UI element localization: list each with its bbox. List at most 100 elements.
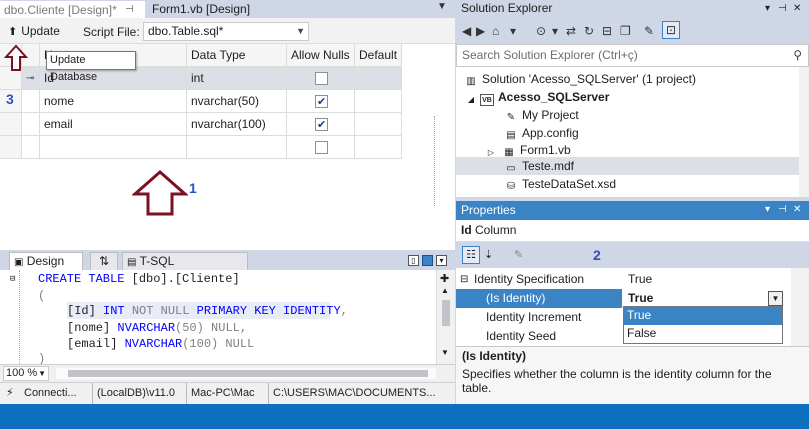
cell-name[interactable]: nome bbox=[40, 90, 187, 113]
split-handle-icon[interactable]: ✚ bbox=[440, 272, 449, 285]
property-value[interactable]: True bbox=[624, 270, 790, 289]
properties-title-bar: Properties ▾ ⊣ ✕ bbox=[456, 201, 809, 220]
collapsed-triangle-icon[interactable]: ▷ bbox=[484, 147, 498, 159]
property-row-identity-specification[interactable]: ⊟ Identity Specification True bbox=[456, 270, 791, 289]
sql-editor[interactable]: ⊟ CREATE TABLE [dbo].[Cliente] ( [Id] IN… bbox=[0, 270, 455, 366]
vb-project-icon: VB bbox=[480, 94, 494, 106]
row-key-cell bbox=[22, 90, 40, 113]
close-icon[interactable]: ✕ bbox=[793, 0, 801, 17]
zoom-value: 100 % bbox=[6, 367, 38, 379]
column-header-default[interactable]: Default bbox=[355, 44, 402, 67]
chevron-down-icon[interactable]: ▾ bbox=[765, 201, 770, 219]
cell-default[interactable] bbox=[355, 113, 402, 136]
row-header[interactable] bbox=[0, 136, 22, 159]
tree-node-project[interactable]: ◢ VB Acesso_SQLServer bbox=[466, 88, 609, 106]
allow-nulls-checkbox[interactable] bbox=[315, 141, 328, 154]
dropdown-option-true[interactable]: True bbox=[624, 307, 782, 325]
cell-default[interactable] bbox=[355, 136, 402, 159]
solution-explorer-search-input[interactable]: Search Solution Explorer (Ctrl+ç) ⚲ bbox=[456, 44, 809, 67]
sql-horizontal-scrollbar[interactable] bbox=[56, 368, 436, 379]
show-all-files-icon[interactable]: ❐ bbox=[620, 24, 631, 38]
chevron-down-icon[interactable]: ▾ bbox=[765, 0, 770, 17]
pin-icon[interactable]: ⊣ bbox=[125, 2, 134, 18]
splitter-line bbox=[434, 116, 435, 206]
property-grid-scrollbar[interactable] bbox=[791, 268, 809, 346]
is-identity-dropdown-list: True False bbox=[623, 306, 783, 344]
tree-node-app-config[interactable]: ▤ App.config bbox=[504, 124, 578, 142]
annotation-number-3: 3 bbox=[6, 91, 14, 107]
tab-overflow-dropdown-icon[interactable]: ▼ bbox=[437, 1, 447, 12]
cell-default[interactable] bbox=[355, 90, 402, 113]
script-file-combo[interactable]: dbo.Table.sql* ▼ bbox=[143, 22, 309, 41]
preview-selected-icon[interactable]: ⊡ bbox=[662, 21, 680, 39]
back-icon[interactable]: ◀ bbox=[462, 24, 471, 38]
sql-vertical-scrollbar[interactable]: ✚ ▲ ▼ bbox=[436, 270, 455, 364]
property-name: Identity Increment bbox=[486, 310, 582, 324]
pin-icon[interactable]: ⊣ bbox=[778, 201, 787, 219]
close-icon[interactable]: ✕ bbox=[793, 201, 801, 219]
home-icon[interactable]: ⌂ bbox=[492, 24, 499, 38]
chevron-down-icon[interactable]: ▼ bbox=[768, 291, 783, 306]
cell-default[interactable] bbox=[355, 67, 402, 90]
tree-node-dataset[interactable]: ⛁ TesteDataSet.xsd bbox=[504, 175, 616, 193]
refresh-icon[interactable]: ↻ bbox=[584, 24, 594, 38]
split-horizontal-icon[interactable] bbox=[422, 255, 433, 266]
scroll-thumb[interactable] bbox=[68, 370, 428, 377]
column-header-allow-nulls[interactable]: Allow Nulls bbox=[287, 44, 355, 67]
tree-node-my-project[interactable]: ✎ My Project bbox=[504, 106, 579, 124]
pin-icon[interactable]: ⊣ bbox=[778, 0, 787, 17]
cell-name[interactable] bbox=[40, 136, 187, 159]
pending-changes-icon[interactable]: ⊙ bbox=[536, 24, 546, 38]
allow-nulls-checkbox[interactable] bbox=[315, 91, 328, 112]
collapse-all-icon[interactable]: ⊟ bbox=[602, 24, 612, 38]
property-description-panel: (Is Identity) Specifies whether the colu… bbox=[456, 346, 809, 404]
row-header[interactable] bbox=[0, 113, 22, 136]
ide-status-bar bbox=[0, 404, 809, 429]
collapse-outline-icon[interactable]: ⊟ bbox=[10, 274, 15, 284]
expanded-triangle-icon[interactable]: ◢ bbox=[466, 94, 476, 106]
chevron-down-icon[interactable]: ▾ bbox=[510, 24, 516, 38]
property-description-title: (Is Identity) bbox=[462, 349, 527, 363]
wrench-icon: ✎ bbox=[506, 112, 516, 123]
cell-data-type[interactable]: nvarchar(50) bbox=[187, 90, 287, 113]
connected-icon: ⚡ bbox=[6, 387, 14, 399]
sql-text: [nome] bbox=[67, 321, 118, 335]
categorized-icon[interactable]: ☷ bbox=[462, 246, 480, 264]
sync-icon[interactable]: ⇄ bbox=[566, 24, 576, 38]
update-button[interactable]: ⬆ Update bbox=[4, 21, 64, 41]
tab-dbo-cliente-design[interactable]: dbo.Cliente [Design]* ⊣ bbox=[0, 1, 145, 18]
tree-vertical-scrollbar[interactable] bbox=[799, 67, 809, 197]
tree-node-solution[interactable]: ▥ Solution 'Acesso_SQLServer' (1 project) bbox=[464, 70, 696, 88]
dropdown-option-false[interactable]: False bbox=[624, 325, 782, 343]
property-pages-icon[interactable]: ✎ bbox=[514, 248, 523, 261]
allow-nulls-checkbox[interactable] bbox=[315, 72, 328, 85]
zoom-combo[interactable]: 100 % ▼ bbox=[3, 366, 49, 381]
column-header-data-type[interactable]: Data Type bbox=[187, 44, 287, 67]
scroll-up-icon[interactable]: ▲ bbox=[441, 286, 449, 295]
connection-state: Connecti... bbox=[24, 387, 77, 399]
split-vertical-icon[interactable]: ▯ bbox=[408, 255, 419, 266]
tab-label: Form1.vb [Design] bbox=[152, 2, 251, 16]
cell-data-type[interactable]: nvarchar(100) bbox=[187, 113, 287, 136]
scroll-thumb[interactable] bbox=[442, 300, 450, 326]
properties-object-selector[interactable]: Id Column bbox=[456, 220, 809, 242]
chevron-down-icon[interactable]: ▾ bbox=[552, 24, 558, 38]
forward-icon[interactable]: ▶ bbox=[476, 24, 485, 38]
scroll-down-icon[interactable]: ▼ bbox=[441, 348, 449, 357]
cell-data-type[interactable]: int bbox=[187, 67, 287, 90]
swap-panes-button[interactable]: ⇅ bbox=[90, 252, 118, 270]
allow-nulls-checkbox[interactable] bbox=[315, 114, 328, 135]
tree-node-teste-mdf[interactable]: ▭ Teste.mdf bbox=[504, 157, 574, 175]
tab-design-pane[interactable]: ▣ Design bbox=[9, 252, 83, 270]
collapse-pane-icon[interactable]: ▾ bbox=[436, 255, 447, 266]
cell-data-type[interactable] bbox=[187, 136, 287, 159]
alphabetical-icon[interactable]: ⇣ bbox=[484, 248, 493, 261]
properties-wrench-icon[interactable]: ✎ bbox=[644, 24, 654, 38]
dataset-icon: ⛁ bbox=[506, 181, 516, 192]
tab-tsql-pane[interactable]: ▤ T-SQL bbox=[122, 252, 248, 270]
sql-text: (100) NULL bbox=[182, 337, 255, 351]
tab-form1-design[interactable]: Form1.vb [Design] bbox=[148, 1, 268, 18]
cell-name[interactable]: email bbox=[40, 113, 187, 136]
annotation-number-1: 1 bbox=[189, 180, 197, 196]
properties-toolbar: ☷ ⇣ ✎ bbox=[456, 242, 809, 268]
